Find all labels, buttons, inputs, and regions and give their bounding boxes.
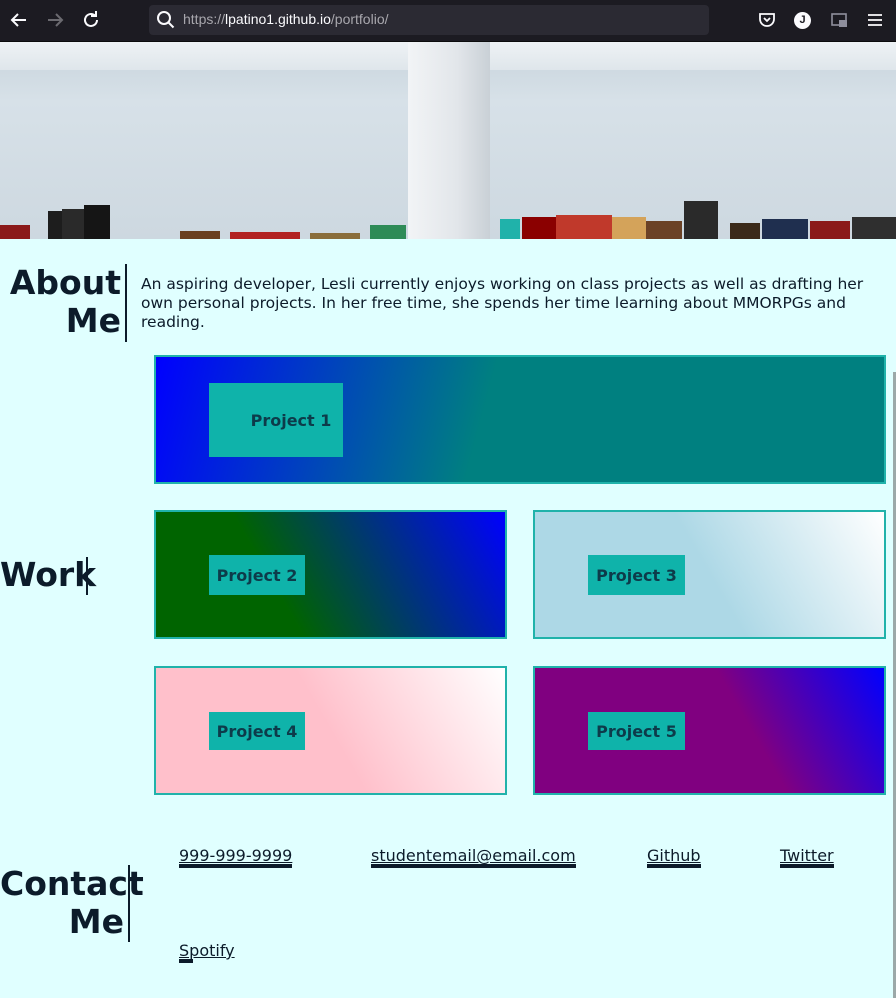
search-icon <box>157 11 175 29</box>
spotify-link-text: Spotify <box>179 941 235 960</box>
phone-link-text: 999-999-9999 <box>179 846 293 865</box>
contact-title: Contact Me <box>0 864 144 941</box>
contact-title-line1: Contact <box>0 864 144 903</box>
twitter-link-text: Twitter <box>780 846 834 865</box>
spotify-link[interactable]: Spotify <box>179 941 235 963</box>
url-bar[interactable]: https://lpatino1.github.io/portfolio/ <box>149 5 709 35</box>
hero-image <box>0 42 896 239</box>
phone-link[interactable]: 999-999-9999 <box>179 846 293 868</box>
project-card-4[interactable]: Project 4 <box>154 666 507 795</box>
github-link[interactable]: Github <box>647 846 701 868</box>
project-card-2[interactable]: Project 2 <box>154 510 507 639</box>
project-label-3[interactable]: Project 3 <box>588 555 685 595</box>
project-label-1[interactable]: Project 1 <box>209 383 343 457</box>
project-card-1[interactable]: Project 1 <box>154 355 886 484</box>
menu-icon[interactable] <box>865 10 885 30</box>
extensions-icon[interactable] <box>829 10 849 30</box>
email-link-text: studentemail@email.com <box>371 846 576 865</box>
url-prefix: https:// <box>183 11 226 27</box>
account-avatar[interactable]: J <box>794 12 811 29</box>
work-title: Work <box>0 555 97 594</box>
project-label-4[interactable]: Project 4 <box>209 712 305 750</box>
project-card-3[interactable]: Project 3 <box>533 510 886 639</box>
url-path: /portfolio/ <box>330 11 389 27</box>
work-title-divider <box>86 557 88 595</box>
twitter-link[interactable]: Twitter <box>780 846 834 868</box>
project-card-5[interactable]: Project 5 <box>533 666 886 795</box>
contact-title-divider <box>128 865 130 942</box>
email-link[interactable]: studentemail@email.com <box>371 846 576 868</box>
about-title: About Me <box>0 264 121 340</box>
project-label-2[interactable]: Project 2 <box>209 555 305 595</box>
contact-title-line2: Me <box>68 902 124 941</box>
about-title-line1: About <box>9 263 121 302</box>
url-text: https://lpatino1.github.io/portfolio/ <box>183 11 389 27</box>
pocket-icon[interactable] <box>757 10 777 30</box>
project-label-5[interactable]: Project 5 <box>588 712 685 750</box>
forward-arrow-icon[interactable] <box>43 8 67 32</box>
about-text: An aspiring developer, Lesli currently e… <box>141 275 864 331</box>
browser-toolbar: https://lpatino1.github.io/portfolio/ J <box>0 0 896 42</box>
back-arrow-icon[interactable] <box>7 8 31 32</box>
github-link-text: Github <box>647 846 701 865</box>
url-host: lpatino1.github.io <box>225 11 331 27</box>
about-title-line2: Me <box>65 301 121 340</box>
reload-icon[interactable] <box>79 8 103 32</box>
about-title-divider <box>125 264 127 342</box>
